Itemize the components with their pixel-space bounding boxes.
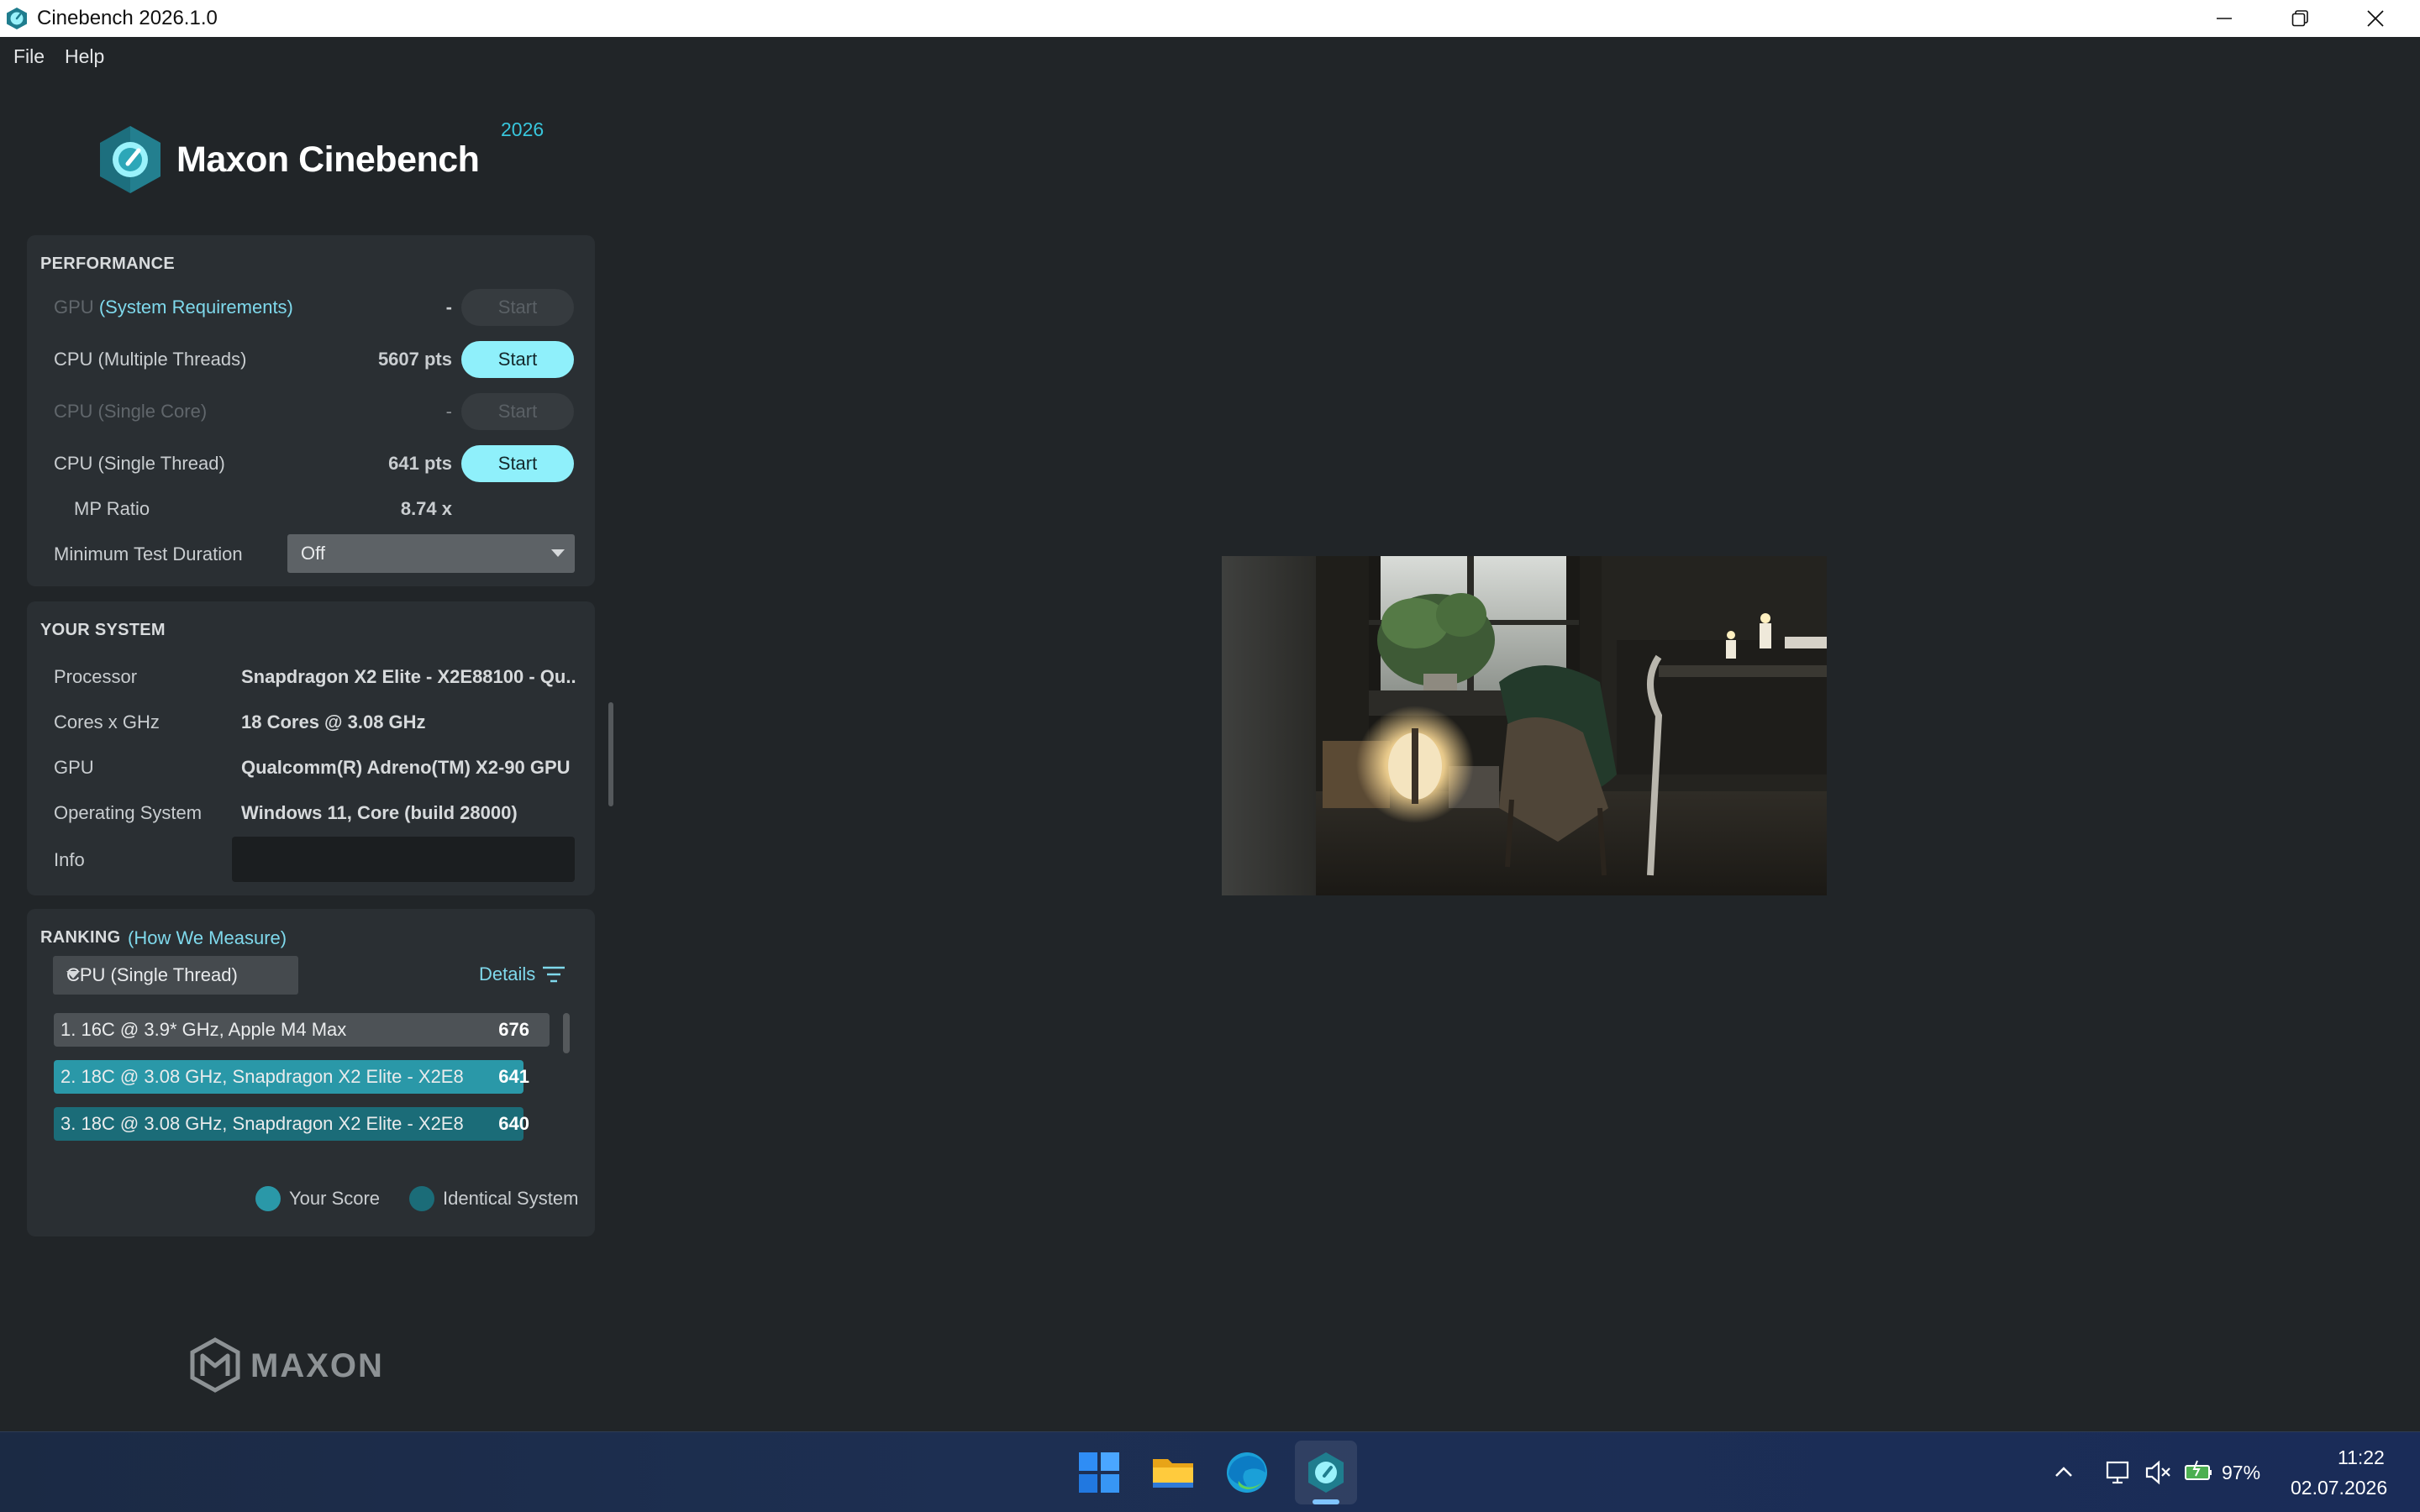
min-duration-value: Off xyxy=(301,543,325,564)
ranking-row-label: 1. 16C @ 3.9* GHz, Apple M4 Max xyxy=(60,1019,347,1040)
system-requirements-link[interactable]: (System Requirements) xyxy=(99,297,293,318)
menu-file[interactable]: File xyxy=(13,44,45,69)
cores-value: 18 Cores @ 3.08 GHz xyxy=(241,711,426,732)
edge-browser-icon[interactable] xyxy=(1222,1447,1272,1498)
ranking-row-score: 676 xyxy=(498,1019,529,1040)
menu-bar: File Help xyxy=(0,37,672,76)
app-logo-year: 2026 xyxy=(501,118,544,140)
system-panel: YOUR SYSTEM Processor Snapdragon X2 Elit… xyxy=(27,601,595,895)
ranking-row[interactable]: 3. 18C @ 3.08 GHz, Snapdragon X2 Elite -… xyxy=(54,1107,550,1141)
info-input[interactable] xyxy=(232,837,575,882)
processor-label: Processor xyxy=(54,666,138,687)
cpu-multi-score: 5607 pts xyxy=(377,349,452,370)
sidebar-scrollbar[interactable] xyxy=(608,702,613,806)
minimize-button[interactable] xyxy=(2186,0,2262,37)
file-explorer-icon[interactable] xyxy=(1148,1447,1198,1498)
minimize-icon xyxy=(2217,18,2232,19)
performance-panel: PERFORMANCE GPU (System Requirements) - … xyxy=(27,235,595,586)
cpu-single-thread-score: 641 pts xyxy=(388,453,452,474)
how-we-measure-link[interactable]: (How We Measure) xyxy=(128,927,287,949)
taskbar: 97% 11:22 02.07.2026 xyxy=(0,1431,2420,1512)
window-title: Cinebench 2026.1.0 xyxy=(37,7,218,29)
maxon-brand-text: MAXON xyxy=(250,1347,384,1384)
cinebench-icon[interactable] xyxy=(1301,1447,1351,1498)
ranking-list[interactable]: 1. 16C @ 3.9* GHz, Apple M4 Max 676 2. 18C… xyxy=(54,1013,575,1152)
ranking-test-dropdown[interactable]: CPU (Single Thread) xyxy=(53,956,298,995)
app-logo-text: Maxon Cinebench xyxy=(176,139,480,180)
info-label: Info xyxy=(54,849,85,870)
render-viewport xyxy=(1222,556,1827,895)
cpu-multi-label: CPU (Multiple Threads) xyxy=(54,349,247,370)
restore-icon xyxy=(2291,10,2308,27)
cpu-single-core-start-button[interactable]: Start xyxy=(461,393,574,430)
system-title: YOUR SYSTEM xyxy=(40,621,166,639)
cinebench-app-icon xyxy=(7,8,27,29)
cinebench-logo-icon xyxy=(100,126,160,193)
maxon-logo-icon xyxy=(190,1337,240,1393)
ranking-panel: RANKING (How We Measure) CPU (Single Thr… xyxy=(27,909,595,1236)
gpu-info-value: Qualcomm(R) Adreno(TM) X2-90 GPU xyxy=(241,757,571,778)
chevron-down-icon xyxy=(551,549,565,557)
cores-label: Cores x GHz xyxy=(54,711,160,732)
ranking-row[interactable]: 1. 16C @ 3.9* GHz, Apple M4 Max 676 xyxy=(54,1013,550,1047)
clock-date[interactable]: 02.07.2026 xyxy=(2291,1476,2387,1499)
restore-button[interactable] xyxy=(2262,0,2338,37)
your-score-legend-icon xyxy=(255,1186,281,1211)
identical-system-legend-icon xyxy=(409,1186,434,1211)
ranking-test-value: CPU (Single Thread) xyxy=(66,964,238,985)
title-bar: Cinebench 2026.1.0 xyxy=(0,0,2420,37)
battery-charging-icon[interactable] xyxy=(2183,1457,2213,1488)
speaker-muted-icon[interactable] xyxy=(2143,1457,2173,1488)
performance-title: PERFORMANCE xyxy=(40,255,175,273)
os-label: Operating System xyxy=(54,802,203,823)
ranking-row-label: 2. 18C @ 3.08 GHz, Snapdragon X2 Elite -… xyxy=(60,1066,464,1087)
network-icon[interactable] xyxy=(2102,1457,2133,1488)
your-score-legend: Your Score xyxy=(289,1188,381,1209)
gpu-info-label: GPU xyxy=(54,757,94,778)
chevron-up-icon[interactable] xyxy=(2049,1457,2079,1488)
menu-help[interactable]: Help xyxy=(65,44,104,69)
gpu-label: GPU xyxy=(54,297,94,318)
cpu-single-core-score: - xyxy=(445,401,452,422)
gpu-score: - xyxy=(445,297,452,318)
cpu-multi-start-button[interactable]: Start xyxy=(461,341,574,378)
details-button[interactable]: Details xyxy=(479,963,535,986)
clock-time[interactable]: 11:22 xyxy=(2338,1446,2385,1469)
ranking-scrollbar[interactable] xyxy=(563,1013,570,1053)
ranking-row-score: 641 xyxy=(498,1066,529,1087)
mp-ratio-label: MP Ratio xyxy=(74,498,150,519)
ranking-title: RANKING xyxy=(40,928,121,947)
mp-ratio-value: 8.74 x xyxy=(400,498,452,519)
windows-start-icon[interactable] xyxy=(1074,1447,1124,1498)
gpu-row-label: GPU (System Requirements) xyxy=(54,296,293,319)
render-scene-image xyxy=(1222,556,1827,895)
chevron-down-icon xyxy=(66,971,80,979)
filter-icon[interactable] xyxy=(541,964,566,984)
ranking-row-label: 3. 18C @ 3.08 GHz, Snapdragon X2 Elite -… xyxy=(60,1113,464,1134)
gpu-start-button[interactable]: Start xyxy=(461,289,574,326)
cpu-single-thread-label: CPU (Single Thread) xyxy=(54,453,225,474)
cpu-single-core-label: CPU (Single Core) xyxy=(54,401,208,422)
os-value: Windows 11, Core (build 28000) xyxy=(241,802,518,823)
ranking-row-score: 640 xyxy=(498,1113,529,1134)
close-button[interactable] xyxy=(2338,0,2413,37)
cpu-single-thread-start-button[interactable]: Start xyxy=(461,445,574,482)
processor-value: Snapdragon X2 Elite - X2E88100 - Qu.. xyxy=(241,666,576,687)
identical-system-legend: Identical System xyxy=(443,1188,579,1209)
min-duration-dropdown[interactable]: Off xyxy=(287,534,575,573)
close-icon xyxy=(2367,10,2384,27)
battery-percentage: 97% xyxy=(2222,1462,2261,1483)
min-duration-label: Minimum Test Duration xyxy=(54,543,243,564)
ranking-row[interactable]: 2. 18C @ 3.08 GHz, Snapdragon X2 Elite -… xyxy=(54,1060,550,1094)
active-app-indicator xyxy=(1313,1499,1339,1504)
